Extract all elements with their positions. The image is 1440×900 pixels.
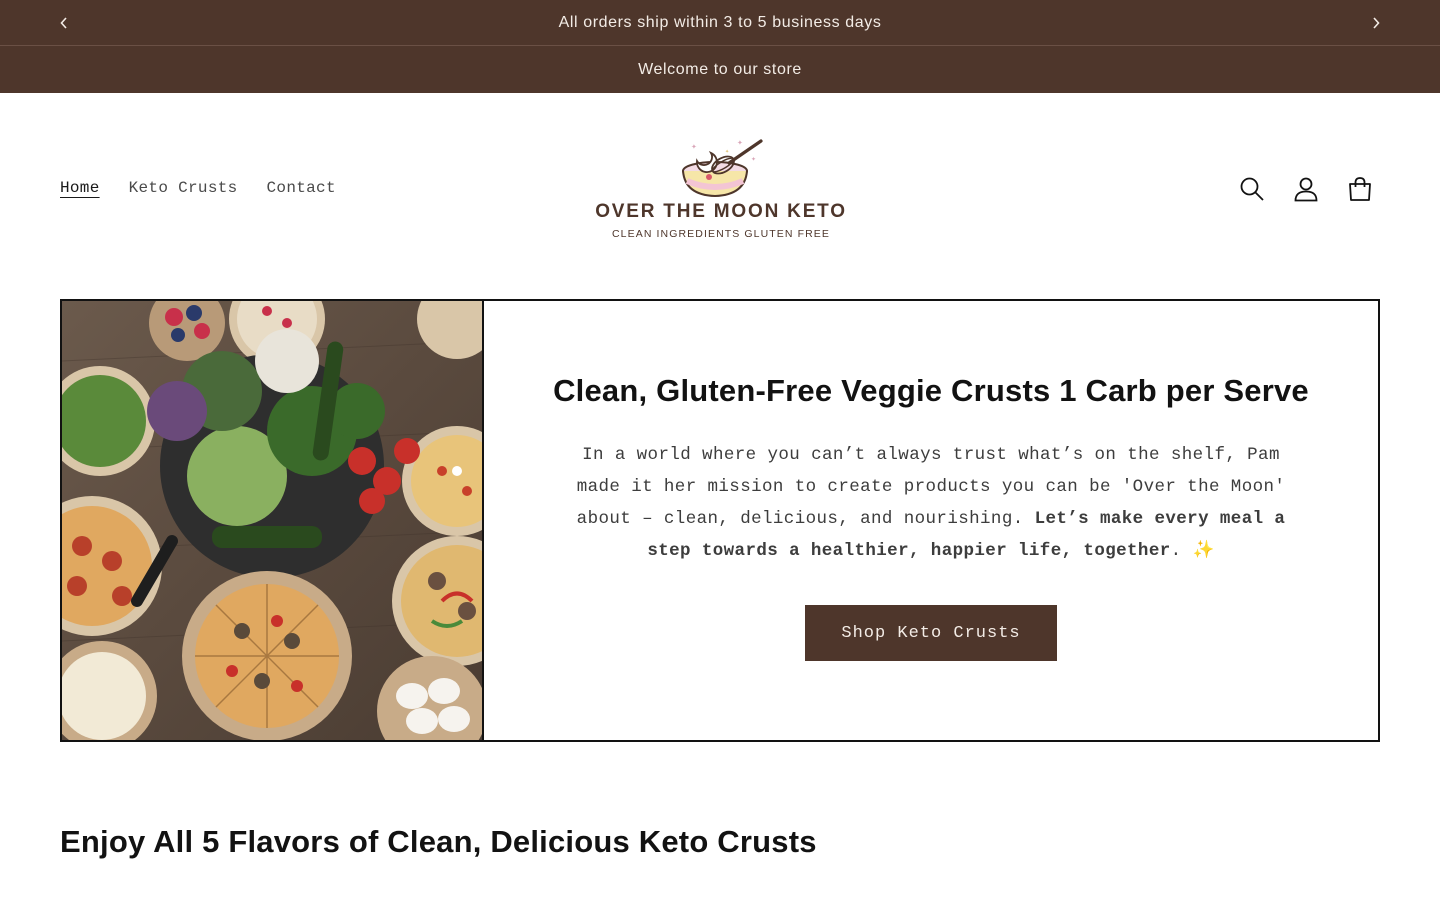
welcome-bar: Welcome to our store — [0, 46, 1440, 93]
site-header: Home Keto Crusts Contact ✦ ✦ ✦ ✦ OVER TH… — [0, 93, 1440, 289]
account-icon[interactable] — [1292, 175, 1320, 203]
hero-description: In a world where you can’t always trust … — [571, 439, 1291, 567]
svg-text:✦: ✦ — [691, 143, 697, 151]
svg-text:✦: ✦ — [737, 139, 743, 147]
search-icon[interactable] — [1238, 175, 1266, 203]
site-logo[interactable]: ✦ ✦ ✦ ✦ OVER THE MOON KETO CLEAN INGREDI… — [590, 133, 852, 245]
announcement-bar: All orders ship within 3 to 5 business d… — [0, 0, 1440, 46]
main-nav: Home Keto Crusts Contact — [60, 179, 336, 197]
nav-item-contact[interactable]: Contact — [267, 179, 336, 197]
flavors-section-title: Enjoy All 5 Flavors of Clean, Delicious … — [60, 824, 817, 859]
svg-text:✦: ✦ — [725, 149, 729, 155]
hero-title: Clean, Gluten-Free Veggie Crusts 1 Carb … — [553, 373, 1309, 408]
nav-item-keto-crusts[interactable]: Keto Crusts — [129, 179, 238, 197]
chevron-right-icon[interactable] — [1366, 13, 1386, 33]
hero-content: Clean, Gluten-Free Veggie Crusts 1 Carb … — [484, 301, 1378, 740]
welcome-text: Welcome to our store — [638, 60, 802, 78]
announcement-text: All orders ship within 3 to 5 business d… — [558, 13, 882, 31]
shop-keto-crusts-button[interactable]: Shop Keto Crusts — [805, 605, 1057, 661]
logo-title: OVER THE MOON KETO — [595, 201, 847, 222]
logo-subtitle: CLEAN INGREDIENTS GLUTEN FREE — [611, 228, 830, 240]
svg-text:✦: ✦ — [751, 156, 756, 163]
hero-text-end: . — [1170, 541, 1182, 561]
sparkles-icon: ✨ — [1192, 541, 1215, 561]
bowl-whisk-logo-icon: ✦ ✦ ✦ ✦ — [682, 139, 763, 198]
cart-icon[interactable] — [1346, 175, 1374, 203]
nav-item-home[interactable]: Home — [60, 179, 100, 197]
hero-section: Clean, Gluten-Free Veggie Crusts 1 Carb … — [60, 299, 1380, 742]
chevron-left-icon[interactable] — [54, 13, 74, 33]
header-actions — [1238, 175, 1374, 203]
hero-food-image — [62, 301, 484, 740]
